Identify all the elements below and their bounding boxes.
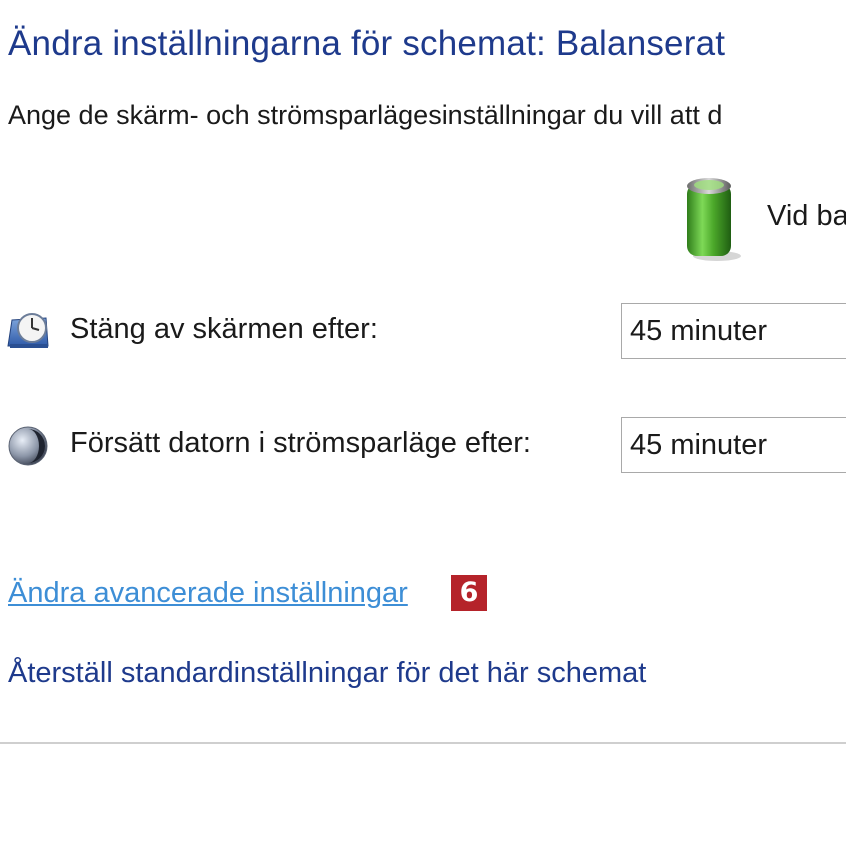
moon-sleep-icon bbox=[8, 426, 48, 466]
monitor-clock-icon bbox=[7, 313, 49, 348]
sleep-after-label: Försätt datorn i strömsparläge efter: bbox=[70, 427, 531, 459]
page-subtitle: Ange de skärm- och strömsparlägesinställ… bbox=[8, 100, 723, 130]
divider bbox=[0, 742, 846, 744]
turn-off-display-select[interactable]: 45 minuter bbox=[621, 303, 846, 359]
advanced-settings-link[interactable]: Ändra avancerade inställningar bbox=[8, 577, 408, 610]
step-badge: 6 bbox=[451, 575, 487, 611]
sleep-after-select[interactable]: 45 minuter bbox=[621, 417, 846, 473]
power-plan-settings-page: Ändra inställningarna för schemat: Balan… bbox=[0, 0, 846, 860]
battery-column-header: Vid ba bbox=[767, 200, 846, 232]
battery-icon bbox=[687, 178, 741, 261]
page-title: Ändra inställningarna för schemat: Balan… bbox=[8, 24, 726, 63]
turn-off-display-label: Stäng av skärmen efter: bbox=[70, 313, 378, 345]
restore-defaults-link[interactable]: Återställ standardinställningar för det … bbox=[8, 657, 646, 690]
